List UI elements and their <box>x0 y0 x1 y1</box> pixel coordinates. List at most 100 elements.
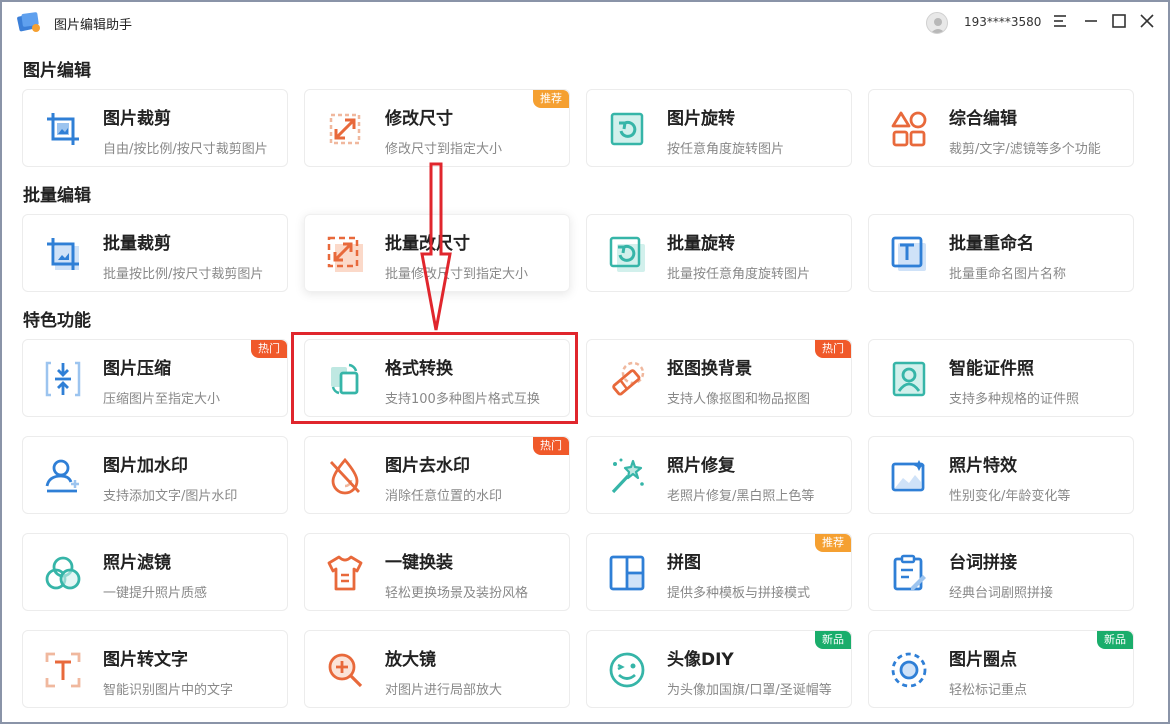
card-title: 图片圈点 <box>949 650 1017 670</box>
card-batch-rotate[interactable]: 批量旋转 批量按任意角度旋转图片 <box>586 214 852 292</box>
card-title: 放大镜 <box>385 650 436 670</box>
card-batch-rename[interactable]: 批量重命名 批量重命名图片名称 <box>868 214 1134 292</box>
badge-recommend: 推荐 <box>815 534 851 552</box>
crop-icon <box>47 113 79 145</box>
app-logo-icon <box>17 12 40 32</box>
card-desc: 批量按任意角度旋转图片 <box>667 267 811 282</box>
card-resize[interactable]: 推荐 修改尺寸 修改尺寸到指定大小 <box>304 89 570 167</box>
menu-icon[interactable] <box>1049 10 1071 32</box>
shirt-icon <box>327 555 363 591</box>
maximize-icon[interactable] <box>1108 10 1130 32</box>
card-desc: 支持多种规格的证件照 <box>949 392 1080 407</box>
card-image-mark[interactable]: 新品 图片圈点 轻松标记重点 <box>868 630 1134 708</box>
card-title: 照片特效 <box>949 456 1017 476</box>
card-title: 批量裁剪 <box>103 234 171 254</box>
shapes-icon <box>891 111 927 147</box>
card-desc: 性别变化/年龄变化等 <box>949 489 1071 504</box>
title-bar: 图片编辑助手 193****3580 <box>2 2 1168 42</box>
circle-mark-icon <box>891 652 927 688</box>
app-window: 图片编辑助手 193****3580 图片编辑 批量编辑 特色功能 图片裁剪 自… <box>0 0 1170 724</box>
card-title: 综合编辑 <box>949 109 1017 129</box>
card-title: 头像DIY <box>667 650 734 670</box>
remove-watermark-icon <box>329 457 361 495</box>
card-magnifier[interactable]: 放大镜 对图片进行局部放大 <box>304 630 570 708</box>
minimize-icon[interactable] <box>1080 10 1102 32</box>
card-batch-crop[interactable]: 批量裁剪 批量按比例/按尺寸裁剪图片 <box>22 214 288 292</box>
card-desc: 修改尺寸到指定大小 <box>385 142 503 157</box>
card-photo-effect[interactable]: 照片特效 性别变化/年龄变化等 <box>868 436 1134 514</box>
section-title-batch-edit: 批量编辑 <box>23 186 91 206</box>
card-photo-repair[interactable]: 照片修复 老照片修复/黑白照上色等 <box>586 436 852 514</box>
card-desc: 轻松更换场景及装扮风格 <box>385 586 529 601</box>
id-photo-icon <box>892 361 926 397</box>
card-desc: 批量重命名图片名称 <box>949 267 1067 282</box>
card-comprehensive-edit[interactable]: 综合编辑 裁剪/文字/滤镜等多个功能 <box>868 89 1134 167</box>
rename-icon <box>891 236 926 271</box>
card-title: 台词拼接 <box>949 553 1017 573</box>
collage-icon <box>609 555 645 591</box>
avatar-icon <box>930 18 946 33</box>
card-desc: 消除任意位置的水印 <box>385 489 503 504</box>
card-line-stitch[interactable]: 台词拼接 经典台词剧照拼接 <box>868 533 1134 611</box>
card-desc: 经典台词剧照拼接 <box>949 586 1054 601</box>
card-remove-watermark[interactable]: 热门 图片去水印 消除任意位置的水印 <box>304 436 570 514</box>
card-outfit-change[interactable]: 一键换装 轻松更换场景及装扮风格 <box>304 533 570 611</box>
eraser-icon <box>612 361 645 396</box>
card-title: 图片旋转 <box>667 109 735 129</box>
card-title: 修改尺寸 <box>385 109 453 129</box>
card-title: 拼图 <box>667 553 701 573</box>
user-phone[interactable]: 193****3580 <box>964 15 1041 29</box>
card-title: 图片裁剪 <box>103 109 171 129</box>
card-title: 智能证件照 <box>949 359 1034 379</box>
card-image-to-text[interactable]: 图片转文字 智能识别图片中的文字 <box>22 630 288 708</box>
app-title: 图片编辑助手 <box>54 18 133 33</box>
card-desc: 按任意角度旋转图片 <box>667 142 785 157</box>
batch-crop-icon <box>47 238 79 270</box>
card-avatar-diy[interactable]: 新品 头像DIY 为头像加国旗/口罩/圣诞帽等 <box>586 630 852 708</box>
close-icon[interactable] <box>1136 10 1158 32</box>
card-desc: 裁剪/文字/滤镜等多个功能 <box>949 142 1101 157</box>
ocr-icon <box>45 652 81 688</box>
batch-rotate-icon <box>609 236 645 272</box>
card-title: 照片滤镜 <box>103 553 171 573</box>
card-desc: 智能识别图片中的文字 <box>103 683 234 698</box>
compress-icon <box>45 361 81 397</box>
rotate-icon <box>610 112 644 146</box>
card-desc: 轻松标记重点 <box>949 683 1028 698</box>
card-collage[interactable]: 推荐 拼图 提供多种模板与拼接模式 <box>586 533 852 611</box>
resize-icon <box>329 113 361 145</box>
card-desc: 为头像加国旗/口罩/圣诞帽等 <box>667 683 832 698</box>
card-title: 照片修复 <box>667 456 735 476</box>
card-title: 图片加水印 <box>103 456 188 476</box>
card-id-photo[interactable]: 智能证件照 支持多种规格的证件照 <box>868 339 1134 417</box>
smile-icon <box>609 652 645 688</box>
card-desc: 支持人像抠图和物品抠图 <box>667 392 811 407</box>
card-desc: 一键提升照片质感 <box>103 586 208 601</box>
filter-icon <box>45 556 81 590</box>
badge-new: 新品 <box>1097 631 1133 649</box>
section-title-image-edit: 图片编辑 <box>23 61 91 81</box>
card-desc: 提供多种模板与拼接模式 <box>667 586 811 601</box>
section-title-features: 特色功能 <box>23 311 91 331</box>
card-desc: 支持添加文字/图片水印 <box>103 489 238 504</box>
magic-wand-icon <box>611 458 644 494</box>
card-image-crop[interactable]: 图片裁剪 自由/按比例/按尺寸裁剪图片 <box>22 89 288 167</box>
card-title: 一键换装 <box>385 553 453 573</box>
card-compress[interactable]: 热门 图片压缩 压缩图片至指定大小 <box>22 339 288 417</box>
card-cutout-background[interactable]: 热门 抠图换背景 支持人像抠图和物品抠图 <box>586 339 852 417</box>
card-rotate[interactable]: 图片旋转 按任意角度旋转图片 <box>586 89 852 167</box>
card-desc: 老照片修复/黑白照上色等 <box>667 489 815 504</box>
badge-new: 新品 <box>815 631 851 649</box>
card-desc: 自由/按比例/按尺寸裁剪图片 <box>103 142 268 157</box>
user-avatar[interactable] <box>926 12 948 34</box>
card-title: 抠图换背景 <box>667 359 752 379</box>
add-watermark-icon <box>45 459 79 493</box>
annotation-arrow-icon <box>420 162 452 331</box>
card-add-watermark[interactable]: 图片加水印 支持添加文字/图片水印 <box>22 436 288 514</box>
card-desc: 批量按比例/按尺寸裁剪图片 <box>103 267 264 282</box>
card-photo-filter[interactable]: 照片滤镜 一键提升照片质感 <box>22 533 288 611</box>
card-desc: 批量修改尺寸到指定大小 <box>385 267 529 282</box>
card-title: 批量旋转 <box>667 234 735 254</box>
badge-hot: 热门 <box>815 340 851 358</box>
card-desc: 对图片进行局部放大 <box>385 683 503 698</box>
